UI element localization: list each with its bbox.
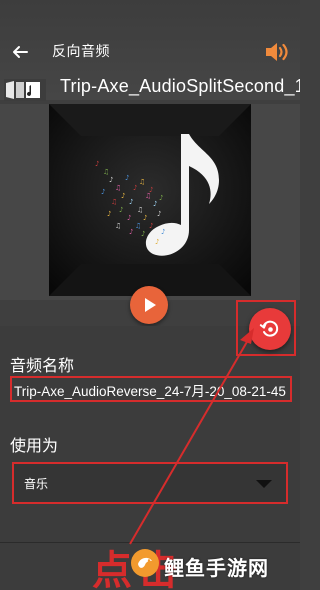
svg-text:♫: ♫ (115, 184, 121, 192)
svg-text:♫: ♫ (137, 206, 143, 214)
svg-text:♪: ♪ (107, 210, 111, 218)
svg-text:♪: ♪ (127, 214, 131, 222)
svg-text:♫: ♫ (111, 198, 117, 206)
reverse-icon (259, 320, 279, 337)
svg-text:♪: ♪ (143, 214, 147, 222)
svg-text:♪: ♪ (109, 176, 113, 184)
watermark-logo-icon (131, 549, 159, 577)
svg-text:♪: ♪ (141, 230, 145, 238)
audio-name-field[interactable]: Trip-Axe_AudioReverse_24-7月-20_08-21-45 (10, 376, 292, 402)
svg-text:♪: ♪ (129, 228, 133, 236)
track-file-name: Trip-Axe_AudioSplitSecond_15 (60, 76, 300, 96)
use-as-selected: 音乐 (24, 477, 49, 491)
arrow-left-icon[interactable] (8, 40, 32, 64)
watermark-text: 鲤鱼手游网 (164, 556, 269, 580)
svg-text:♪: ♪ (95, 160, 99, 168)
svg-text:♫: ♫ (115, 222, 121, 230)
svg-text:♪: ♪ (125, 174, 129, 182)
svg-text:♫: ♫ (139, 178, 145, 186)
svg-text:♫: ♫ (135, 222, 141, 230)
svg-text:♫: ♫ (103, 168, 109, 176)
svg-text:♪: ♪ (101, 188, 105, 196)
svg-text:♪: ♪ (161, 228, 165, 236)
audio-name-value: Trip-Axe_AudioReverse_24-7月-20_08-21-45 (14, 384, 286, 399)
track-row: Trip-Axe_AudioSplitSecond_15 (0, 74, 300, 104)
play-button[interactable] (130, 286, 168, 324)
use-as-dropdown[interactable]: 音乐 (12, 462, 288, 504)
svg-text:♪: ♪ (149, 222, 153, 230)
use-as-label: 使用为 (10, 436, 59, 455)
audio-name-label: 音频名称 (10, 356, 75, 375)
album-art: ♪♫ ♪♫ ♪ ♪ ♫ ♪ ♪ ♫ ♪ ♪ ♫ ♪ ♪♪ ♪♫ ♪♪ ♪ ♫ ♪♪ ♫♪ ♪… (49, 104, 251, 296)
svg-text:♪: ♪ (149, 186, 153, 194)
svg-text:♪: ♪ (119, 206, 123, 214)
svg-text:♪: ♪ (155, 238, 159, 246)
track-thumbnail (4, 79, 46, 101)
svg-text:♪: ♪ (133, 184, 137, 192)
dropdown-arrow-icon (256, 480, 272, 488)
svg-text:♪: ♪ (159, 194, 163, 202)
svg-text:♪: ♪ (121, 192, 125, 200)
speaker-icon[interactable] (264, 40, 290, 64)
svg-text:♪: ♪ (157, 210, 161, 218)
reverse-button[interactable] (249, 308, 291, 350)
album-art-area: ♪ ♫ ♪ ♫ ♪ ♪ ♫ ♪ ♪ ♫ ♪ ♪ ♫ ♪ ♪ ♪ ♪ ♫ ♪ ♪ ♪ ♫ ♪ ♪ ♫ ♪ ♪… (0, 104, 300, 300)
page-title: 反向音频 (52, 44, 110, 60)
svg-text:♪: ♪ (153, 200, 157, 208)
svg-text:♪: ♪ (129, 198, 133, 206)
